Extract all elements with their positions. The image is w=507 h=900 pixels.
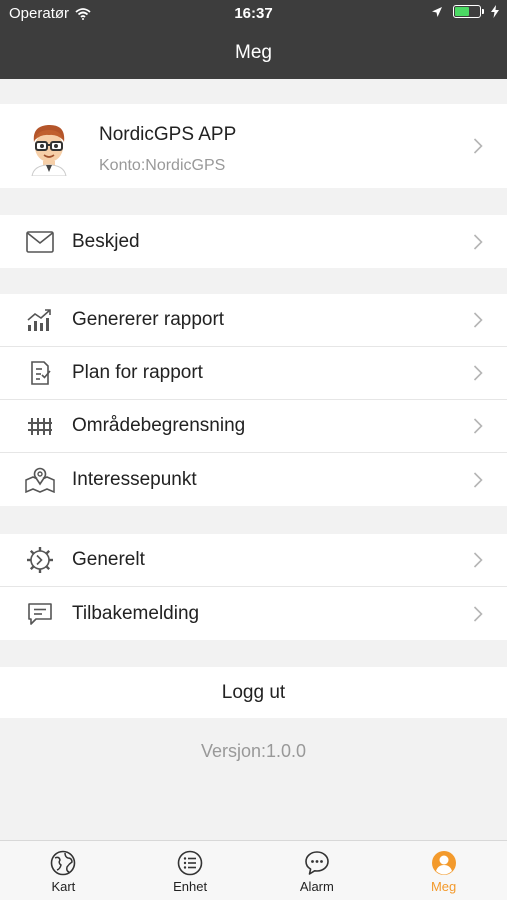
logout-button[interactable]: Logg ut bbox=[0, 667, 507, 718]
clipboard-check-icon bbox=[25, 358, 55, 388]
tab-label: Enhet bbox=[173, 879, 208, 894]
chart-icon bbox=[25, 305, 55, 335]
tab-me[interactable]: Meg bbox=[380, 841, 507, 900]
envelope-icon bbox=[25, 227, 55, 257]
chevron-right-icon bbox=[473, 471, 483, 488]
location-arrow-icon bbox=[432, 6, 442, 17]
battery-icon bbox=[453, 5, 484, 18]
tab-devices[interactable]: Enhet bbox=[127, 841, 254, 900]
settings-section: Generelt Tilbakemelding bbox=[0, 534, 507, 640]
tab-label: Kart bbox=[51, 879, 76, 894]
tab-alarm[interactable]: Alarm bbox=[254, 841, 381, 900]
gear-icon bbox=[25, 545, 55, 575]
status-indicators bbox=[431, 5, 499, 18]
message-section: Beskjed bbox=[0, 215, 507, 268]
reports-section: Genererer rapport Plan for rapport Områd… bbox=[0, 294, 507, 506]
tab-label: Alarm bbox=[299, 879, 334, 894]
navigation-bar: Operatør 16:37 Meg bbox=[0, 0, 507, 79]
profile-row[interactable]: NordicGPS APP Konto:NordicGPS bbox=[0, 104, 507, 188]
chevron-right-icon bbox=[473, 605, 483, 622]
tab-map[interactable]: Kart bbox=[0, 841, 127, 900]
status-bar: Operatør 16:37 bbox=[0, 0, 507, 28]
profile-account: Konto:NordicGPS bbox=[99, 157, 226, 174]
tab-bar: Kart Enhet Alarm Meg bbox=[0, 840, 507, 900]
menu-item-label: Interessepunkt bbox=[72, 468, 197, 490]
globe-icon bbox=[51, 850, 76, 876]
chevron-right-icon bbox=[473, 138, 483, 154]
list-icon bbox=[177, 850, 203, 876]
menu-item-label: Genererer rapport bbox=[72, 309, 225, 330]
version-label: Versjon:1.0.0 bbox=[200, 741, 307, 761]
profile-name: NordicGPS APP bbox=[99, 124, 237, 145]
fence-icon bbox=[25, 411, 55, 441]
chevron-right-icon bbox=[473, 552, 483, 568]
page-title: Meg bbox=[235, 42, 272, 63]
chevron-right-icon bbox=[473, 365, 483, 381]
menu-item-feedback[interactable]: Tilbakemelding bbox=[0, 587, 507, 640]
chevron-right-icon bbox=[473, 418, 483, 434]
avatar bbox=[31, 124, 67, 176]
menu-item-report-plan[interactable]: Plan for rapport bbox=[0, 347, 507, 400]
menu-item-label: Generelt bbox=[72, 549, 145, 570]
menu-item-general[interactable]: Generelt bbox=[0, 534, 507, 587]
charging-bolt-icon bbox=[491, 5, 499, 18]
chevron-right-icon bbox=[473, 233, 483, 250]
menu-item-message[interactable]: Beskjed bbox=[0, 215, 507, 268]
person-icon bbox=[431, 851, 456, 875]
menu-item-point-of-interest[interactable]: Interessepunkt bbox=[0, 453, 507, 506]
chat-bubble-icon bbox=[305, 851, 329, 875]
menu-item-geofence[interactable]: Områdebegrensning bbox=[0, 400, 507, 453]
menu-item-label: Tilbakemelding bbox=[72, 602, 200, 624]
menu-item-label: Beskjed bbox=[72, 230, 140, 252]
tab-label: Meg bbox=[430, 879, 457, 894]
menu-item-label: Plan for rapport bbox=[72, 362, 203, 383]
menu-item-label: Områdebegrensning bbox=[72, 415, 246, 436]
map-pin-icon bbox=[25, 465, 55, 495]
chevron-right-icon bbox=[473, 312, 483, 328]
menu-item-generate-report[interactable]: Genererer rapport bbox=[0, 294, 507, 347]
chat-icon bbox=[25, 599, 55, 629]
